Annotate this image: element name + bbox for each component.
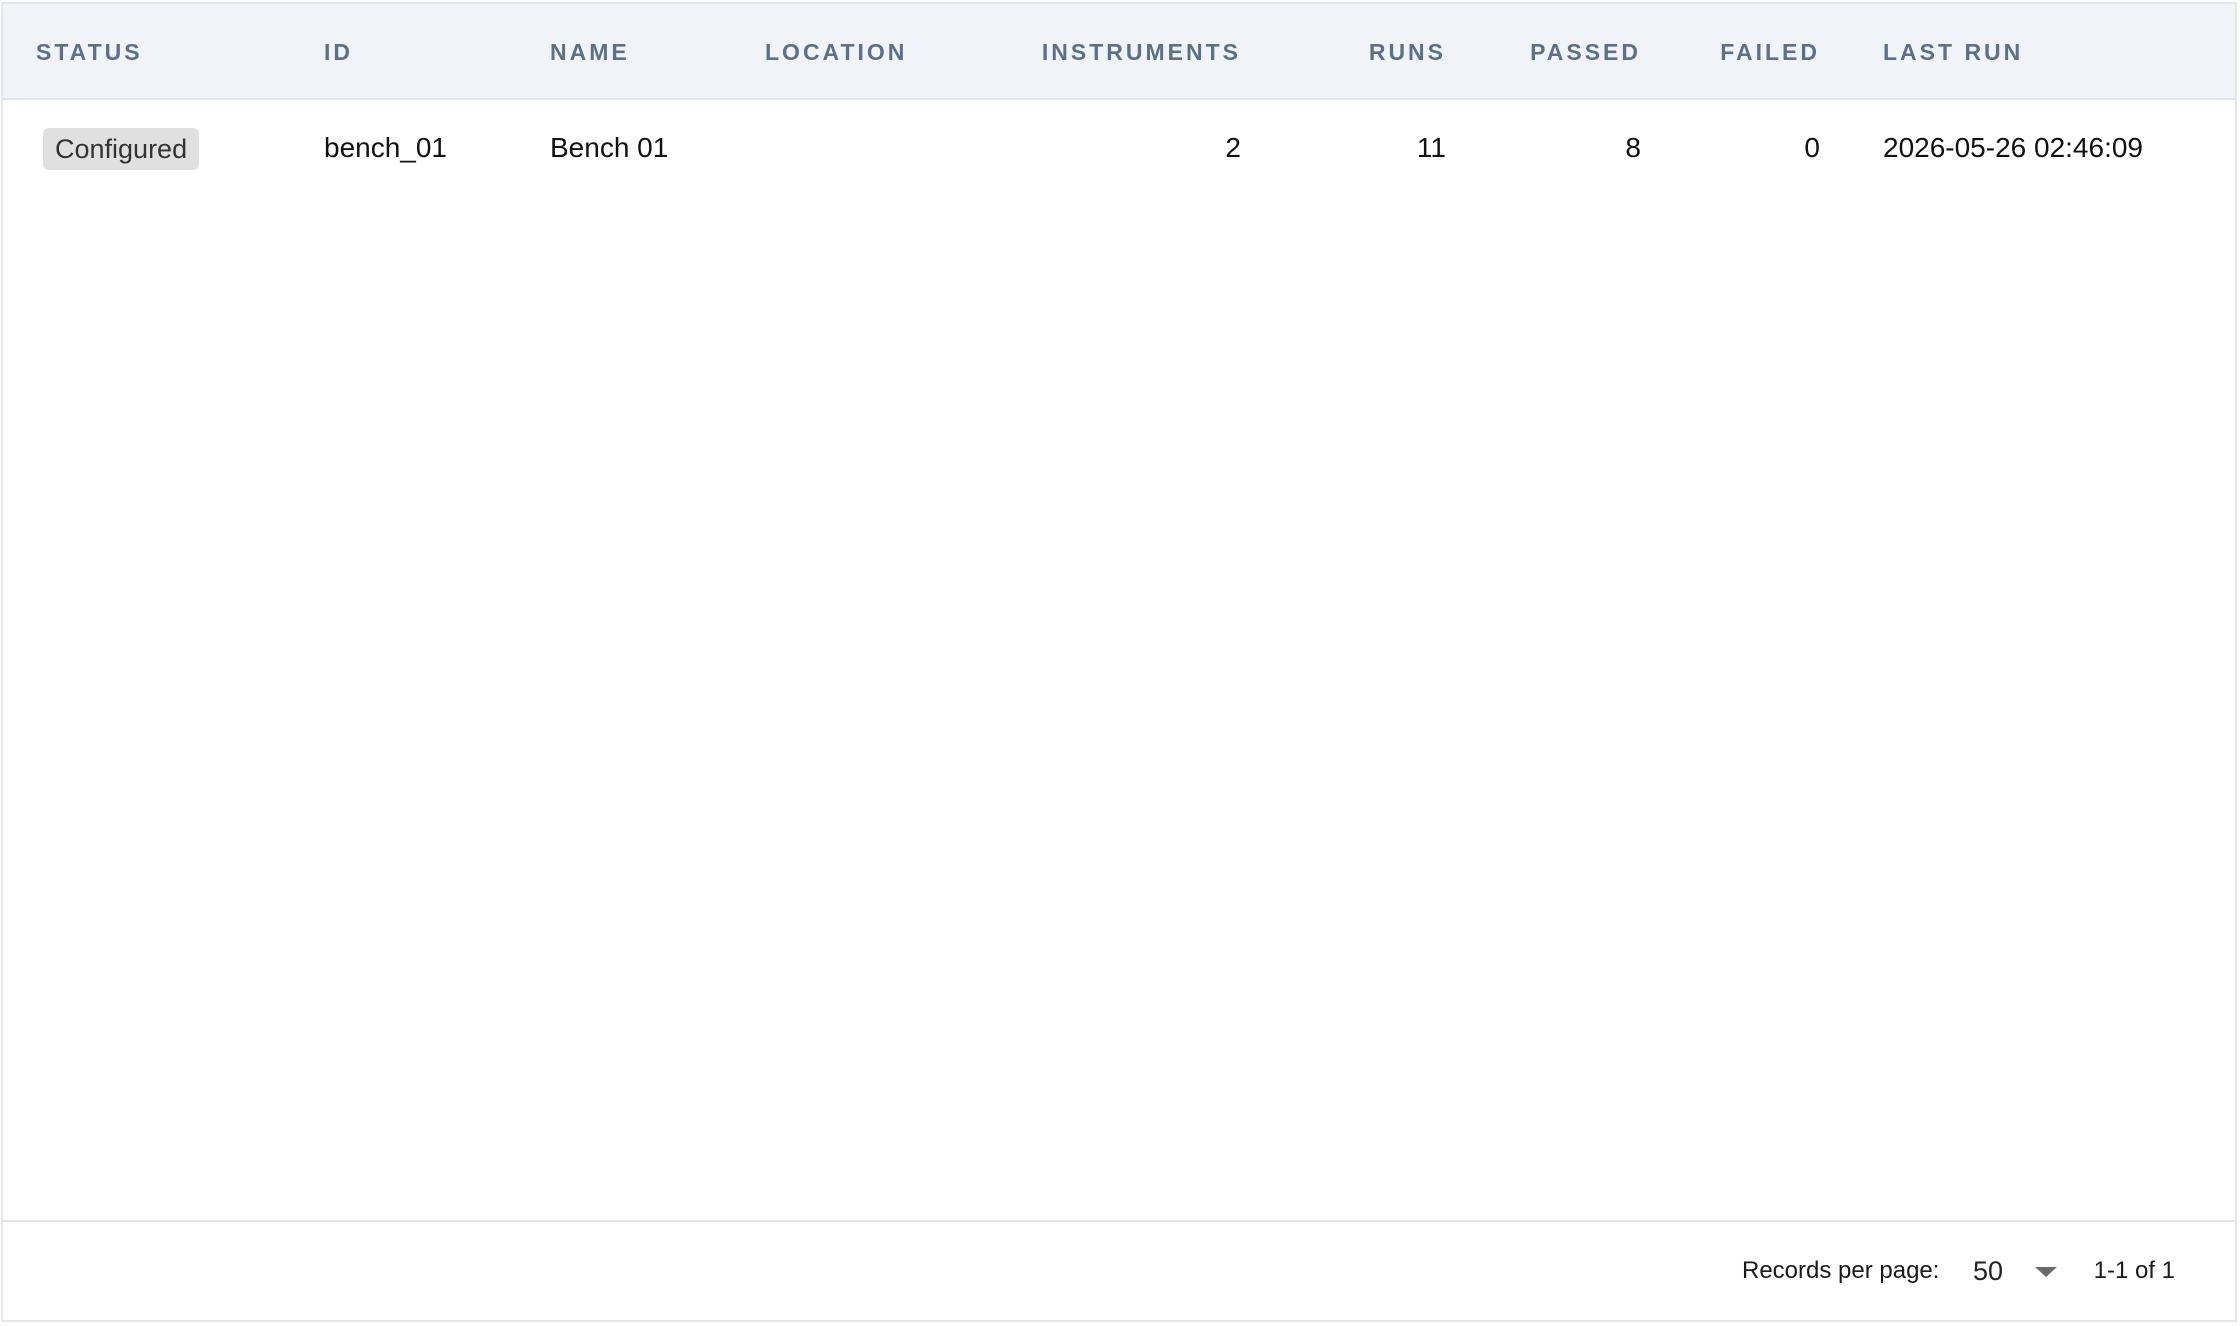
- column-header-failed[interactable]: FAILED: [1683, 4, 1820, 100]
- cell-name: Bench 01: [550, 132, 669, 163]
- table-header-row: STATUS ID NAME LOCATION INSTRUMENTS RUNS…: [3, 4, 2235, 100]
- column-header-status[interactable]: STATUS: [36, 4, 143, 100]
- column-header-id[interactable]: ID: [324, 4, 353, 100]
- column-header-last-run[interactable]: LAST RUN: [1883, 4, 2023, 100]
- cell-last-run: 2026-05-26 02:46:09: [1883, 132, 2143, 163]
- cell-runs: 11: [1416, 132, 1446, 163]
- records-per-page-select[interactable]: 50: [1973, 1248, 2061, 1294]
- cell-instruments: 2: [1225, 132, 1241, 163]
- table-pagination-footer: Records per page: 50 1-1 of 1: [3, 1220, 2235, 1320]
- chevron-down-icon[interactable]: [2035, 1267, 2057, 1277]
- column-header-passed[interactable]: PASSED: [1483, 4, 1641, 100]
- column-header-name[interactable]: NAME: [550, 4, 630, 100]
- column-header-runs[interactable]: RUNS: [1303, 4, 1446, 100]
- table-row[interactable]: Configured bench_01 Bench 01 2 11 8 0 20…: [3, 100, 2235, 196]
- status-badge: Configured: [43, 128, 200, 170]
- column-header-instruments[interactable]: INSTRUMENTS: [1003, 4, 1241, 100]
- cell-passed: 8: [1625, 132, 1641, 163]
- cell-failed: 0: [1804, 132, 1820, 163]
- cell-id: bench_01: [324, 132, 448, 163]
- page-range-indicator: 1-1 of 1: [2093, 1257, 2175, 1284]
- records-per-page-value: 50: [1973, 1256, 2004, 1286]
- column-header-location[interactable]: LOCATION: [765, 4, 907, 100]
- records-per-page-label: Records per page:: [1742, 1257, 1940, 1284]
- data-table: STATUS ID NAME LOCATION INSTRUMENTS RUNS…: [1, 2, 2237, 1322]
